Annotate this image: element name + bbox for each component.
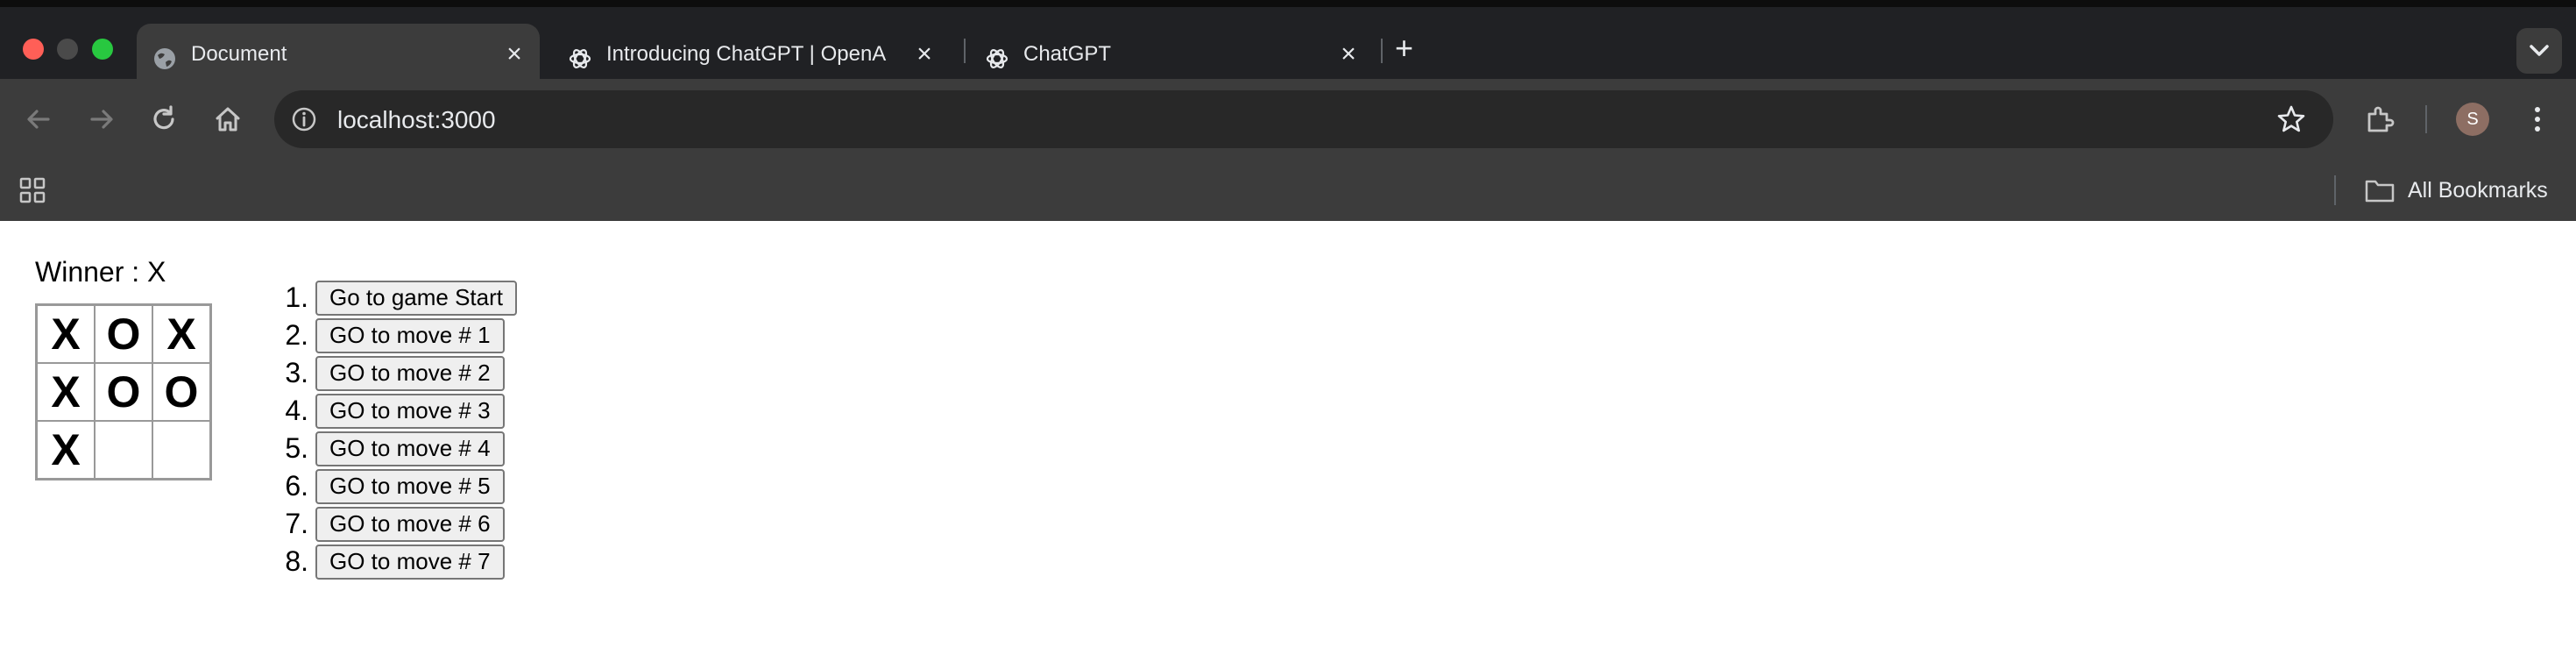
bookmarks-bar: All Bookmarks xyxy=(0,160,2576,221)
move-list-item: 4. GO to move # 3 xyxy=(256,392,517,430)
toolbar-separator xyxy=(2425,105,2427,133)
site-info-icon[interactable] xyxy=(290,105,318,133)
jump-to-move-button[interactable]: GO to move # 3 xyxy=(315,393,505,429)
tab-title: Document xyxy=(191,42,287,66)
tab-strip: Document × Introducing ChatGPT | OpenA ×… xyxy=(0,7,2576,86)
window-minimize-button[interactable] xyxy=(57,39,78,60)
openai-icon xyxy=(986,49,1008,68)
jump-to-move-button[interactable]: GO to move # 6 xyxy=(315,506,505,542)
tab-separator xyxy=(964,39,966,63)
board-row: X xyxy=(37,421,210,479)
board-square[interactable]: X xyxy=(152,305,210,363)
move-history-list: 1. Go to game Start 2. GO to move # 1 3. GO… xyxy=(256,279,517,580)
board-square[interactable]: X xyxy=(37,421,95,479)
move-number: 1. xyxy=(285,281,308,313)
move-number: 6. xyxy=(285,470,308,502)
game-status: Winner : X xyxy=(35,256,166,288)
profile-avatar[interactable]: S xyxy=(2456,103,2489,136)
move-list-item: 6. GO to move # 5 xyxy=(256,467,517,505)
back-arrow-icon[interactable] xyxy=(21,102,56,137)
window-top-strip xyxy=(0,0,2576,7)
move-list-item: 5. GO to move # 4 xyxy=(256,430,517,467)
close-tab-icon[interactable]: × xyxy=(911,41,938,68)
new-tab-button[interactable]: + xyxy=(1395,32,1413,64)
more-menu-icon[interactable] xyxy=(2520,102,2555,137)
move-number: 4. xyxy=(285,395,308,426)
window-close-button[interactable] xyxy=(23,39,44,60)
board-square[interactable]: O xyxy=(95,363,152,421)
home-icon[interactable] xyxy=(210,102,245,137)
openai-icon xyxy=(569,49,591,68)
board-square[interactable] xyxy=(152,421,210,479)
chevron-down-icon xyxy=(2530,45,2549,56)
tab-document[interactable]: Document × xyxy=(137,24,540,86)
board-square[interactable]: O xyxy=(152,363,210,421)
jump-to-move-button[interactable]: GO to move # 7 xyxy=(315,544,505,580)
jump-to-move-button[interactable]: GO to move # 2 xyxy=(315,355,505,391)
board-row: X O X xyxy=(37,305,210,363)
jump-to-move-button[interactable]: GO to move # 5 xyxy=(315,468,505,504)
apps-grid-icon[interactable] xyxy=(18,175,47,205)
close-tab-icon[interactable]: × xyxy=(501,41,527,68)
board-square[interactable] xyxy=(95,421,152,479)
page-content: Winner : X X O X X O O X 1. Go to game St… xyxy=(0,221,2576,662)
move-number: 5. xyxy=(285,432,308,464)
tab-introducing-chatgpt[interactable]: Introducing ChatGPT | OpenA × xyxy=(552,24,955,86)
tab-chatgpt[interactable]: ChatGPT × xyxy=(969,24,1381,86)
game-board: X O X X O O X xyxy=(35,303,212,480)
bookmarks-separator xyxy=(2334,175,2336,205)
board-square[interactable]: X xyxy=(37,305,95,363)
move-number: 2. xyxy=(285,319,308,351)
move-number: 8. xyxy=(285,545,308,577)
board-square[interactable]: O xyxy=(95,305,152,363)
all-bookmarks-label: All Bookmarks xyxy=(2408,177,2548,203)
extensions-icon[interactable] xyxy=(2362,102,2397,137)
bookmark-star-icon[interactable] xyxy=(2275,103,2307,135)
move-list-item: 7. GO to move # 6 xyxy=(256,505,517,543)
board-square[interactable]: X xyxy=(37,363,95,421)
folder-icon xyxy=(2365,180,2395,203)
move-list-item: 8. GO to move # 7 xyxy=(256,543,517,580)
tab-separator xyxy=(1381,39,1383,63)
address-url: localhost:3000 xyxy=(337,106,496,133)
reload-icon[interactable] xyxy=(147,102,182,137)
forward-arrow-icon[interactable] xyxy=(84,102,119,137)
board-row: X O O xyxy=(37,363,210,421)
move-list-item: 2. GO to move # 1 xyxy=(256,317,517,354)
tab-title: Introducing ChatGPT | OpenA xyxy=(606,42,887,66)
move-number: 7. xyxy=(285,508,308,539)
jump-to-move-button[interactable]: Go to game Start xyxy=(315,280,517,316)
browser-toolbar: localhost:3000 S xyxy=(0,79,2576,160)
tab-title: ChatGPT xyxy=(1023,42,1112,66)
close-tab-icon[interactable]: × xyxy=(1335,41,1362,68)
globe-icon xyxy=(154,48,175,69)
move-list-item: 3. GO to move # 2 xyxy=(256,354,517,392)
tab-search-button[interactable] xyxy=(2516,28,2562,74)
window-maximize-button[interactable] xyxy=(92,39,113,60)
jump-to-move-button[interactable]: GO to move # 1 xyxy=(315,317,505,353)
address-bar[interactable]: localhost:3000 xyxy=(274,90,2333,148)
jump-to-move-button[interactable]: GO to move # 4 xyxy=(315,431,505,466)
move-number: 3. xyxy=(285,357,308,388)
move-list-item: 1. Go to game Start xyxy=(256,279,517,317)
all-bookmarks-button[interactable]: All Bookmarks xyxy=(2364,173,2548,208)
